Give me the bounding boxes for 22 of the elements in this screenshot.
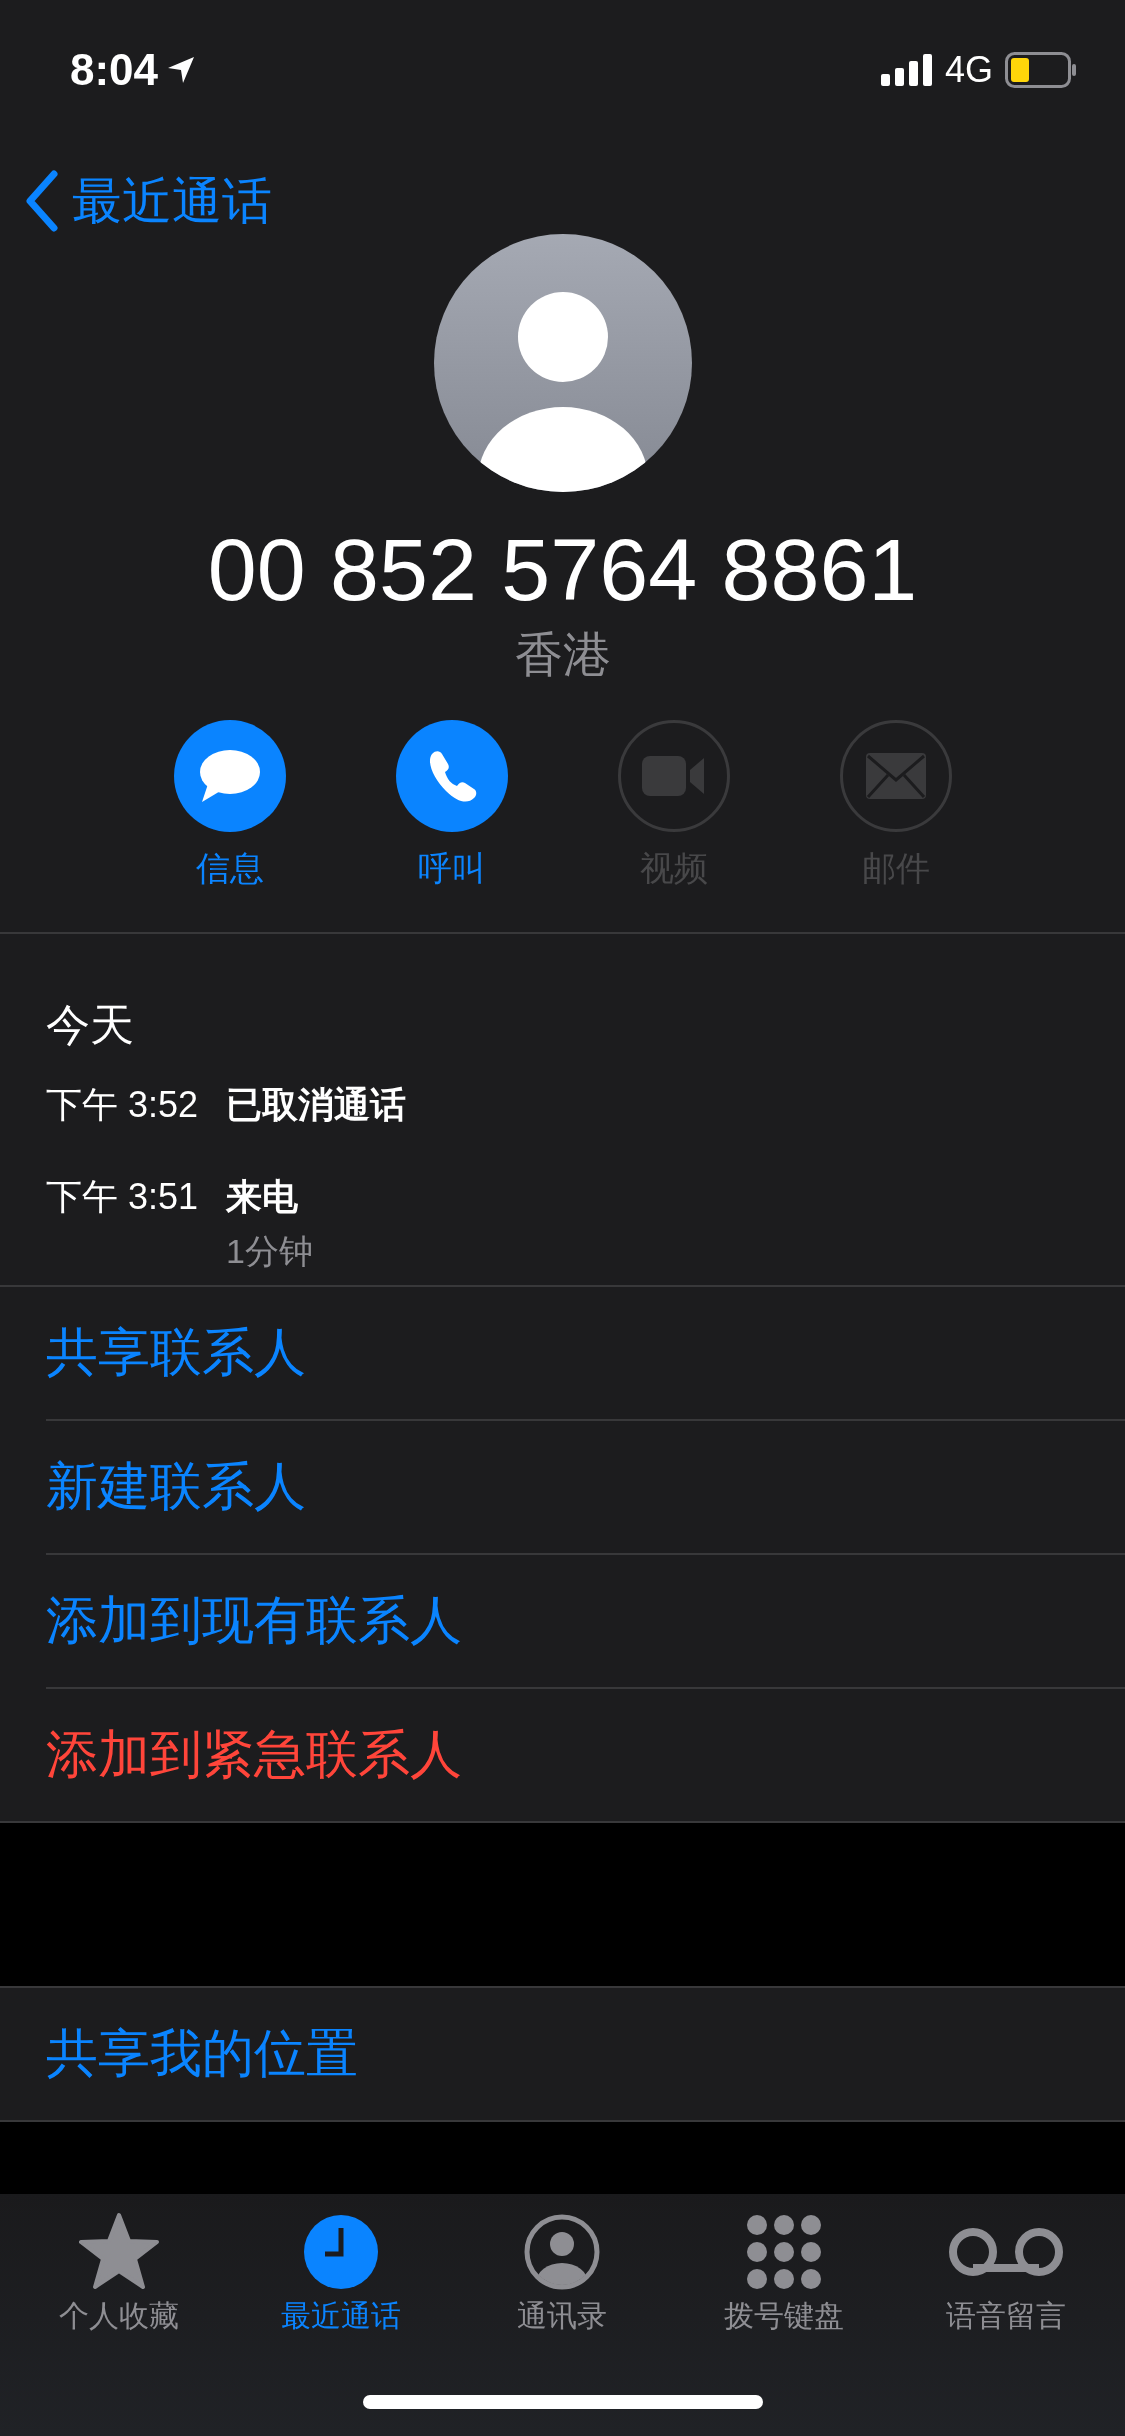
contact-option[interactable]: 新建联系人 — [46, 1421, 1125, 1555]
tab-item[interactable]: 语音留言 — [906, 2212, 1107, 2336]
call-time: 下午 3:51 — [46, 1175, 200, 1219]
date-heading: 今天 — [46, 999, 135, 1051]
tab-item[interactable]: 最近通话 — [240, 2212, 441, 2336]
tab-item[interactable]: 通讯录 — [462, 2212, 663, 2336]
action-label: 呼叫 — [417, 848, 486, 889]
call-type: 来电 — [226, 1175, 299, 1219]
tab-item[interactable]: 个人收藏 — [18, 2212, 219, 2336]
tab-item[interactable]: 拨号键盘 — [684, 2212, 885, 2336]
contact-option[interactable]: 共享联系人 — [46, 1287, 1125, 1421]
call-type: 已取消通话 — [226, 1083, 406, 1127]
phone-number: 00 852 5764 8861 — [207, 520, 918, 620]
status-time: 8:04 — [70, 45, 159, 95]
contact-option[interactable]: 添加到现有联系人 — [46, 1555, 1125, 1689]
call-duration: 1分钟 — [226, 1231, 313, 1272]
location-label: 香港 — [514, 627, 611, 683]
contact-option[interactable]: 添加到紧急联系人 — [46, 1689, 1125, 1821]
call-time: 下午 3:52 — [46, 1083, 200, 1127]
network-label: 4G — [944, 49, 993, 91]
action-label: 信息 — [195, 848, 264, 889]
back-button[interactable]: 最近通话 — [24, 170, 272, 232]
